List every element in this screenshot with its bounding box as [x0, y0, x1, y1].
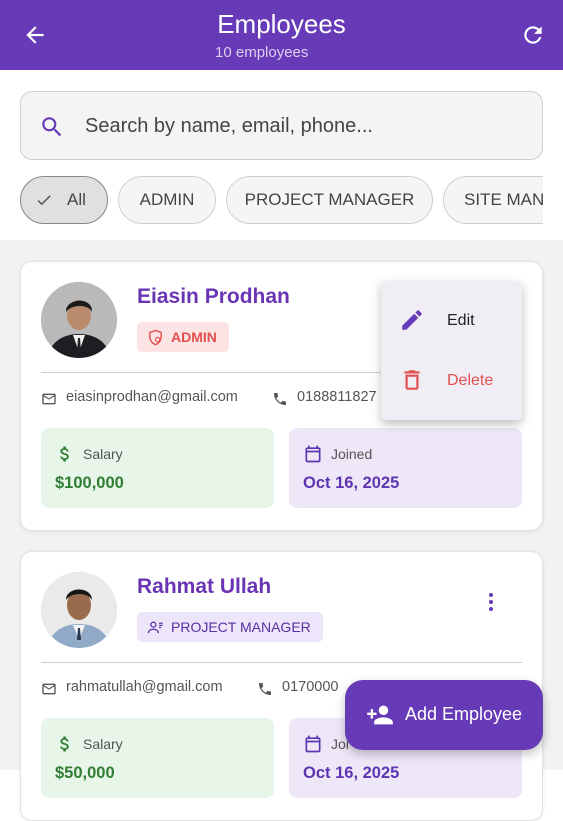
salary-value: $100,000 [55, 474, 124, 492]
calendar-icon [305, 445, 321, 463]
delete-menu-item[interactable]: Delete [381, 351, 522, 411]
joined-label: Joined [331, 446, 373, 462]
employee-phone: 0170000 [282, 679, 339, 695]
calendar-icon [305, 735, 321, 753]
employee-name: Rahmat Ullah [137, 575, 272, 598]
dollar-icon [60, 736, 69, 752]
employee-email: rahmatullah@gmail.com [66, 679, 223, 695]
page-title: Employees [217, 9, 346, 39]
chip-all[interactable]: All [20, 176, 108, 224]
role-label: PROJECT MANAGER [171, 619, 311, 635]
avatar [41, 572, 117, 648]
edit-menu-item[interactable]: Edit [381, 291, 522, 351]
card-context-menu: Edit Delete [381, 281, 522, 420]
chip-label: All [67, 190, 86, 209]
salary-box: Salary $50,000 [41, 718, 274, 798]
chip-admin[interactable]: ADMIN [118, 176, 216, 224]
person-add-icon [367, 705, 393, 725]
add-employee-button[interactable]: Add Employee [345, 680, 543, 750]
salary-label: Salary [83, 446, 123, 462]
pencil-icon [402, 310, 422, 330]
mail-icon [42, 683, 56, 695]
add-employee-label: Add Employee [405, 704, 523, 724]
employee-email: eiasinprodhan@gmail.com [66, 389, 238, 405]
role-badge: PROJECT MANAGER [137, 612, 323, 642]
joined-value: Oct 16, 2025 [303, 764, 400, 782]
role-badge: ADMIN [137, 322, 229, 352]
chip-project-manager[interactable]: PROJECT MANAGER [226, 176, 433, 224]
salary-value: $50,000 [55, 764, 115, 782]
more-vert-icon[interactable] [479, 590, 503, 614]
delete-label: Delete [447, 372, 494, 389]
employee-count: 10 employees [215, 44, 309, 61]
joined-value: Oct 16, 2025 [303, 474, 400, 492]
role-filter-chips: All ADMIN PROJECT MANAGER SITE MAN [20, 176, 543, 224]
check-icon [37, 195, 51, 206]
dollar-icon [60, 446, 69, 462]
chip-site-manager[interactable]: SITE MAN [443, 176, 543, 224]
divider [41, 662, 522, 663]
mail-icon [42, 393, 56, 405]
salary-box: Salary $100,000 [41, 428, 274, 508]
phone-icon [274, 393, 286, 405]
refresh-icon[interactable] [520, 22, 546, 48]
phone-icon [259, 683, 271, 695]
search-icon [42, 117, 62, 137]
app-bar: Employees 10 employees [0, 0, 563, 70]
trash-icon [404, 370, 420, 390]
search-input[interactable]: Search by name, email, phone... [20, 91, 543, 160]
employee-name: Eiasin Prodhan [137, 285, 290, 308]
avatar [41, 282, 117, 358]
joined-box: Joined Oct 16, 2025 [289, 428, 522, 508]
manager-icon [147, 621, 163, 634]
employee-phone: 0188811827 [297, 389, 377, 405]
salary-label: Salary [83, 736, 123, 752]
search-placeholder: Search by name, email, phone... [85, 115, 373, 137]
role-label: ADMIN [171, 329, 217, 345]
admin-shield-icon [149, 329, 162, 346]
edit-label: Edit [447, 312, 475, 329]
